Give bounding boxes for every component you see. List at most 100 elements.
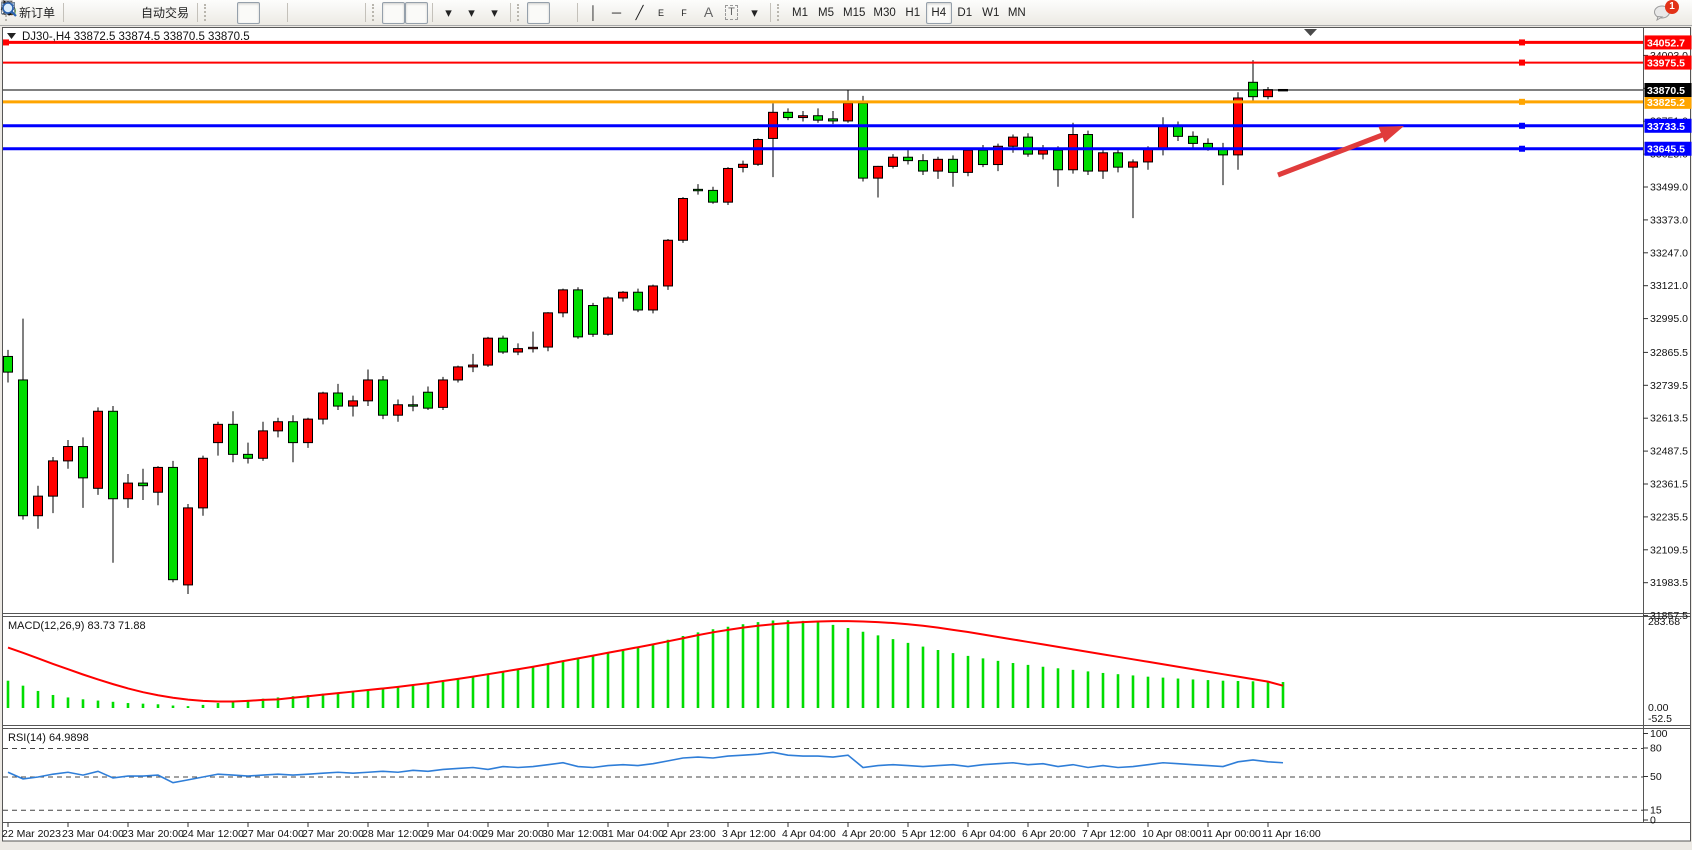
svg-text:2 Apr 23:00: 2 Apr 23:00 (662, 828, 716, 840)
timeframe-label: M5 (818, 7, 834, 19)
timeframe-m30[interactable]: M30 (869, 2, 899, 24)
vertical-line-icon: │ (589, 6, 597, 19)
svg-text:32995.0: 32995.0 (1650, 313, 1688, 325)
tile-windows-button[interactable] (338, 2, 361, 24)
svg-text:22 Mar 2023: 22 Mar 2023 (2, 828, 61, 840)
trendline-button[interactable]: ╱ (628, 2, 651, 24)
text-label-button[interactable]: T (720, 2, 743, 24)
chevron-down-icon: ▾ (491, 6, 498, 19)
svg-text:24 Mar 12:00: 24 Mar 12:00 (182, 828, 244, 840)
market-panel-button[interactable] (68, 2, 91, 24)
svg-text:28 Mar 12:00: 28 Mar 12:00 (362, 828, 424, 840)
svg-text:11 Apr 16:00: 11 Apr 16:00 (1262, 828, 1321, 840)
svg-text:23 Mar 20:00: 23 Mar 20:00 (122, 828, 184, 840)
cursor-button[interactable] (527, 2, 550, 24)
timeframe-label: MN (1008, 7, 1026, 19)
timeframe-m5[interactable]: M5 (813, 2, 839, 24)
svg-text:27 Mar 20:00: 27 Mar 20:00 (302, 828, 364, 840)
crosshair-button[interactable] (550, 2, 573, 24)
chart-shift-button[interactable] (405, 2, 428, 24)
search-button[interactable] (1620, 2, 1643, 24)
svg-text:32613.5: 32613.5 (1650, 413, 1688, 425)
auto-trading-label: 自动交易 (141, 4, 189, 21)
svg-text:33733.5: 33733.5 (1647, 121, 1685, 133)
periods-button[interactable]: ▾ (460, 2, 483, 24)
arrows-button[interactable]: ▾ (743, 2, 766, 24)
text-button[interactable]: A (697, 2, 720, 24)
fibonacci-button[interactable]: F (674, 2, 697, 24)
chevron-down-icon: ▾ (751, 6, 758, 19)
svg-text:23 Mar 04:00: 23 Mar 04:00 (62, 828, 124, 840)
svg-text:29 Mar 20:00: 29 Mar 20:00 (482, 828, 544, 840)
bar-chart-button[interactable] (214, 2, 237, 24)
timeframe-m1[interactable]: M1 (787, 2, 813, 24)
chart-window-button[interactable] (91, 2, 114, 24)
chevron-down-icon: ▾ (445, 6, 452, 19)
timeframe-h4[interactable]: H4 (926, 2, 952, 24)
svg-text:32109.5: 32109.5 (1650, 544, 1688, 556)
chevron-down-icon: ▾ (468, 6, 475, 19)
toolbar-drag-handle[interactable] (517, 4, 523, 21)
svg-text:32487.5: 32487.5 (1650, 446, 1688, 458)
svg-text:31983.5: 31983.5 (1650, 577, 1688, 589)
indicators-button[interactable]: ▾ (437, 2, 460, 24)
svg-text:MACD(12,26,9) 83.73 71.88: MACD(12,26,9) 83.73 71.88 (8, 620, 146, 632)
svg-text:80: 80 (1650, 743, 1662, 755)
timeframe-mn[interactable]: MN (1004, 2, 1030, 24)
svg-text:32235.5: 32235.5 (1650, 511, 1688, 523)
new-order-button[interactable]: 新订单 (15, 2, 59, 24)
equidistant-channel-button[interactable]: E (651, 2, 674, 24)
svg-text:33645.5: 33645.5 (1647, 144, 1685, 156)
svg-text:33499.0: 33499.0 (1650, 182, 1688, 194)
svg-text:31 Mar 04:00: 31 Mar 04:00 (602, 828, 664, 840)
line-chart-button[interactable] (260, 2, 283, 24)
timeframe-label: M15 (843, 7, 865, 19)
chart-canvas[interactable]: MACD(12,26,9) 83.73 71.88283.680.00-52.5… (0, 0, 1692, 850)
svg-text:6 Apr 20:00: 6 Apr 20:00 (1022, 828, 1076, 840)
auto-trading-button[interactable]: 自动交易 (137, 2, 193, 24)
svg-text:33825.2: 33825.2 (1647, 97, 1685, 109)
svg-text:50: 50 (1650, 771, 1662, 783)
templates-button[interactable]: ▾ (483, 2, 506, 24)
svg-text:31857.5: 31857.5 (1650, 610, 1688, 622)
svg-text:5 Apr 12:00: 5 Apr 12:00 (902, 828, 956, 840)
toolbar-drag-handle[interactable] (372, 4, 378, 21)
timeframe-d1[interactable]: D1 (952, 2, 978, 24)
horizontal-line-button[interactable]: ─ (605, 2, 628, 24)
signals-button[interactable] (114, 2, 137, 24)
timeframe-w1[interactable]: W1 (978, 2, 1004, 24)
toolbar-right-group: 1 (1620, 2, 1689, 24)
svg-text:3 Apr 12:00: 3 Apr 12:00 (722, 828, 776, 840)
candlestick-chart-button[interactable] (237, 2, 260, 24)
svg-text:0: 0 (1650, 815, 1656, 827)
zoom-in-button[interactable] (292, 2, 315, 24)
fibo-letter: F (681, 8, 687, 18)
terminal-window: { "toolbar": { "new_order": "新订单", "auto… (0, 0, 1692, 850)
horizontal-line-icon: ─ (612, 6, 621, 19)
timeframe-label: M1 (792, 7, 808, 19)
timeframe-m15[interactable]: M15 (839, 2, 869, 24)
svg-text:DJ30-,H4 33872.5 33874.5 3387: DJ30-,H4 33872.5 33874.5 33870.5 33870.5 (22, 31, 250, 43)
timeframe-label: W1 (982, 7, 999, 19)
svg-text:10 Apr 08:00: 10 Apr 08:00 (1142, 828, 1202, 840)
svg-text:7 Apr 12:00: 7 Apr 12:00 (1082, 828, 1136, 840)
zoom-out-button[interactable] (315, 2, 338, 24)
new-order-label: 新订单 (19, 4, 55, 21)
trendline-ic on: ╱ (636, 6, 644, 19)
svg-text:27 Mar 04:00: 27 Mar 04:00 (242, 828, 304, 840)
auto-scroll-button[interactable] (382, 2, 405, 24)
svg-text:33975.5: 33975.5 (1647, 58, 1685, 70)
vertical-line-button[interactable]: │ (582, 2, 605, 24)
toolbar-separator (770, 3, 771, 22)
svg-text:33870.5: 33870.5 (1647, 85, 1685, 97)
toolbar-drag-handle[interactable] (777, 4, 783, 21)
toolbar-separator (510, 3, 511, 22)
toolbar-drag-handle[interactable] (204, 4, 210, 21)
svg-text:30 Mar 12:00: 30 Mar 12:00 (542, 828, 604, 840)
toolbar-separator (365, 3, 366, 22)
svg-text:33373.0: 33373.0 (1650, 214, 1688, 226)
toolbar-separator (287, 3, 288, 22)
timeframe-label: M30 (873, 7, 895, 19)
notifications-button[interactable]: 1 (1649, 2, 1679, 24)
timeframe-h1[interactable]: H1 (900, 2, 926, 24)
